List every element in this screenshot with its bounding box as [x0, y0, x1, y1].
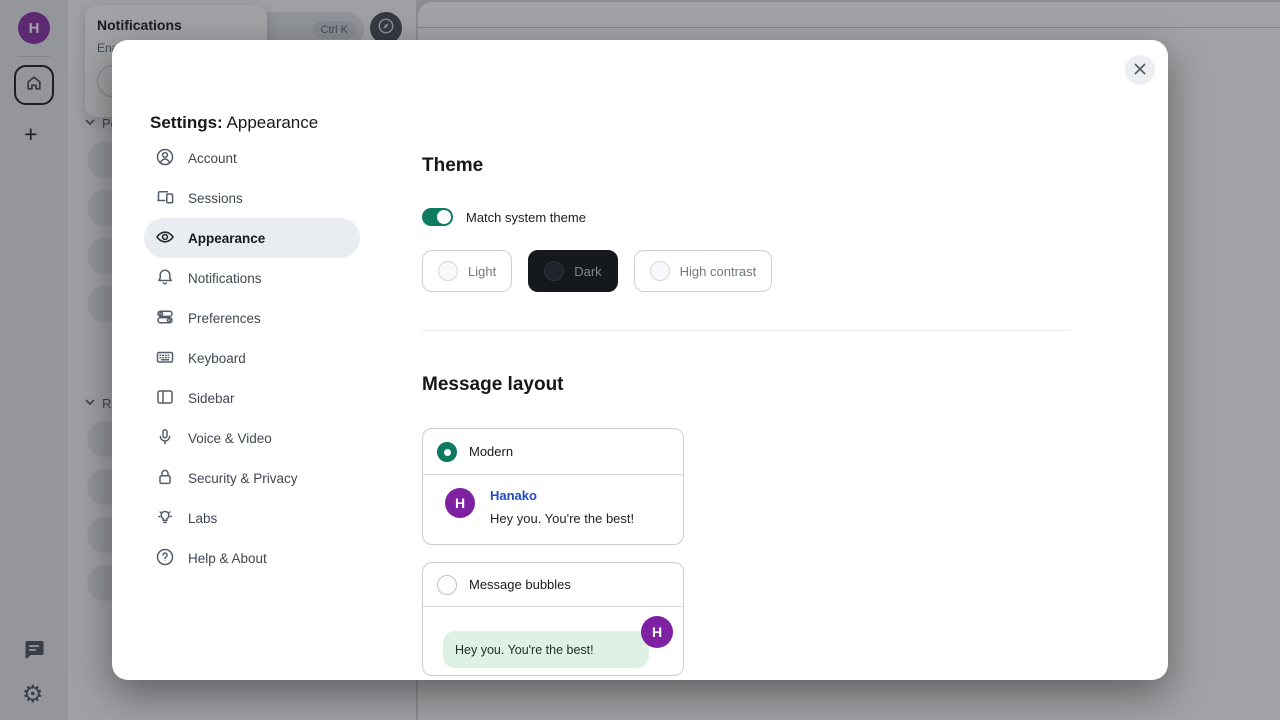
theme-heading: Theme [422, 155, 483, 177]
nav-item-keyboard[interactable]: Keyboard [144, 338, 360, 378]
theme-option-high-contrast[interactable]: High contrast [634, 250, 773, 292]
message-layout-heading: Message layout [422, 374, 564, 396]
account-icon [155, 147, 175, 170]
nav-item-sidebar[interactable]: Sidebar [144, 378, 360, 418]
theme-options: Light Dark High contrast [422, 250, 772, 292]
bell-icon [155, 267, 175, 290]
toggles-icon [155, 307, 175, 330]
dialog-title-section: Appearance [227, 113, 319, 132]
modern-preview: H Hanako Hey you. You're the best! [423, 475, 683, 526]
nav-item-sessions[interactable]: Sessions [144, 178, 360, 218]
section-divider [422, 330, 1070, 331]
close-button[interactable] [1125, 55, 1155, 85]
microphone-icon [155, 427, 175, 450]
radio-bubbles[interactable] [437, 575, 457, 595]
layout-option-bubbles[interactable]: Message bubbles Hey you. You're the best… [422, 562, 684, 676]
dialog-title-prefix: Settings: [150, 113, 223, 132]
nav-item-security-privacy[interactable]: Security & Privacy [144, 458, 360, 498]
radio-dark [544, 261, 564, 281]
match-system-theme-row: Match system theme [422, 208, 586, 226]
preview-sender-name: Hanako [490, 488, 634, 503]
nav-item-appearance[interactable]: Appearance [144, 218, 360, 258]
eye-icon [155, 227, 175, 250]
layout-option-modern[interactable]: Modern H Hanako Hey you. You're the best… [422, 428, 684, 545]
sidebar-icon [155, 387, 175, 410]
preview-message-text: Hey you. You're the best! [490, 511, 634, 526]
theme-option-light[interactable]: Light [422, 250, 512, 292]
keyboard-icon [155, 347, 175, 370]
bubbles-label: Message bubbles [469, 577, 571, 592]
nav-item-help-about[interactable]: Help & About [144, 538, 360, 578]
help-icon [155, 547, 175, 570]
match-system-theme-toggle[interactable] [422, 208, 453, 226]
radio-high-contrast [650, 261, 670, 281]
radio-modern[interactable] [437, 442, 457, 462]
preview-message-bubble: Hey you. You're the best! [443, 631, 649, 668]
nav-item-labs[interactable]: Labs [144, 498, 360, 538]
lock-icon [155, 467, 175, 490]
match-system-theme-label: Match system theme [466, 210, 586, 225]
bubbles-preview: Hey you. You're the best! H [423, 607, 683, 676]
lightbulb-icon [155, 507, 175, 530]
toggle-knob [437, 210, 451, 224]
settings-dialog: Settings: Appearance Account [112, 40, 1168, 680]
radio-light [438, 261, 458, 281]
settings-content: Theme Match system theme Light Dark High… [422, 40, 1070, 680]
modern-label: Modern [469, 444, 513, 459]
nav-item-voice-video[interactable]: Voice & Video [144, 418, 360, 458]
close-icon [1133, 62, 1147, 79]
nav-item-preferences[interactable]: Preferences [144, 298, 360, 338]
preview-avatar: H [641, 616, 673, 648]
devices-icon [155, 187, 175, 210]
nav-item-account[interactable]: Account [144, 138, 360, 178]
theme-option-dark[interactable]: Dark [528, 250, 617, 292]
nav-item-notifications[interactable]: Notifications [144, 258, 360, 298]
bubbles-option-row: Message bubbles [423, 563, 683, 607]
dialog-title: Settings: Appearance [150, 113, 318, 133]
preview-avatar: H [445, 488, 475, 518]
modern-option-row: Modern [423, 429, 683, 475]
settings-nav: Account Sessions Appearance [144, 138, 360, 578]
